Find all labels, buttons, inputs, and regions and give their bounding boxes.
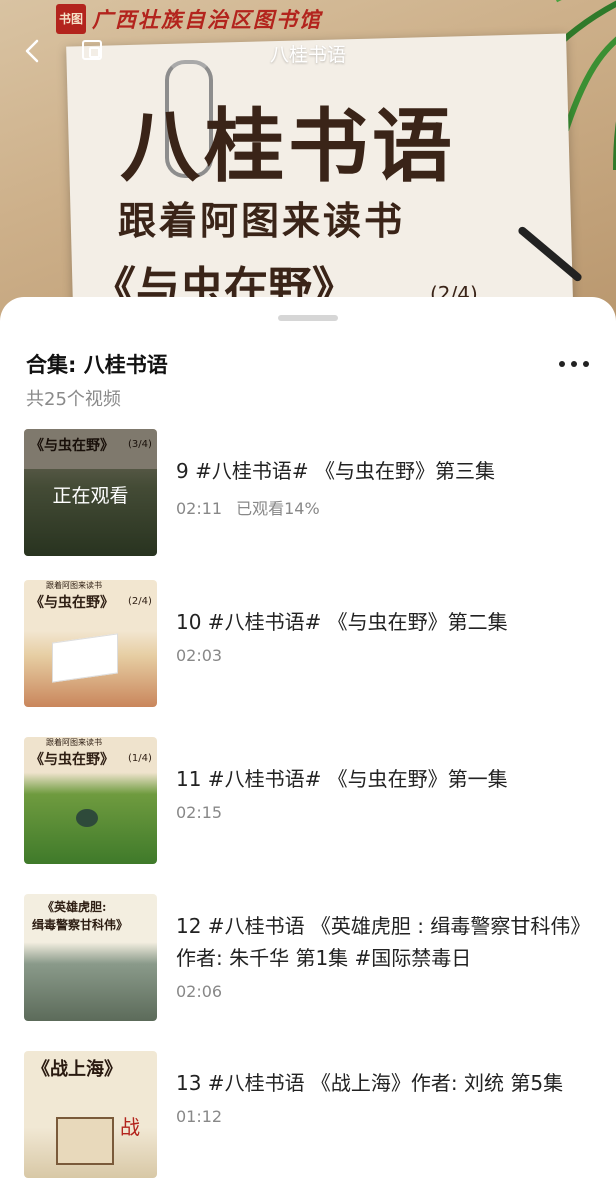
page-title: 八桂书语	[269, 44, 346, 66]
top-bar: 八桂书语	[0, 26, 616, 78]
thumb-title: 《战上海》	[32, 1059, 122, 1080]
thumb-title: 《与虫在野》	[30, 752, 114, 768]
video-list-item[interactable]: 《战上海》 战 13 #八桂书语 《战上海》作者: 刘统 第5集 01:12	[0, 1051, 616, 1181]
video-title: 10 #八桂书语# 《与虫在野》第二集	[176, 610, 508, 634]
thumb-top-text: 跟着阿图来读书	[46, 738, 102, 747]
video-thumbnail: 《战上海》 战	[24, 1051, 157, 1178]
collection-count: 共25个视频	[26, 389, 121, 410]
video-list-item[interactable]: 《英雄虎胆: 缉毒警察甘科伟》 12 #八桂书语 《英雄虎胆 : 缉毒警察甘科伟…	[0, 894, 616, 1024]
video-list-item[interactable]: 《与虫在野》 (3/4) 正在观看 9 #八桂书语# 《与虫在野》第三集 02:…	[0, 429, 616, 559]
thumb-title: 《英雄虎胆:	[42, 900, 107, 914]
video-thumbnail: 《与虫在野》 (3/4) 正在观看	[24, 429, 157, 556]
thumb-title-line2: 缉毒警察甘科伟》	[32, 918, 129, 932]
thumb-part: (1/4)	[128, 753, 152, 764]
calligraphy-decoration: 战	[120, 1115, 140, 1139]
video-list-item[interactable]: 跟着阿图来读书 《与虫在野》 (1/4) 11 #八桂书语# 《与虫在野》第一集…	[0, 737, 616, 867]
video-duration: 02:03	[176, 646, 223, 665]
more-options-icon[interactable]	[556, 351, 592, 375]
video-title: 11 #八桂书语# 《与虫在野》第一集	[176, 767, 508, 791]
video-duration: 01:12	[176, 1107, 223, 1126]
book-illustration	[52, 633, 118, 683]
video-thumbnail: 《英雄虎胆: 缉毒警察甘科伟》	[24, 894, 157, 1021]
fly-illustration	[76, 809, 98, 827]
video-title: 13 #八桂书语 《战上海》作者: 刘统 第5集	[176, 1071, 564, 1095]
video-duration: 02:06	[176, 982, 223, 1001]
collection-title: 合集: 八桂书语	[26, 353, 168, 377]
video-title: 9 #八桂书语# 《与虫在野》第三集	[176, 459, 495, 483]
video-thumbnail: 跟着阿图来读书 《与虫在野》 (2/4)	[24, 580, 157, 707]
photo-illustration	[56, 1117, 114, 1165]
video-list-item[interactable]: 跟着阿图来读书 《与虫在野》 (2/4) 10 #八桂书语# 《与虫在野》第二集…	[0, 580, 616, 710]
sheet-drag-handle[interactable]	[278, 315, 338, 321]
video-title: 12 #八桂书语 《英雄虎胆 : 缉毒警察甘科伟》作者: 朱千华 第1集 #国际…	[176, 914, 591, 970]
cover-subtitle: 跟着阿图来读书	[118, 198, 406, 243]
video-duration: 02:11	[176, 499, 223, 518]
now-watching-label: 正在观看	[52, 485, 129, 507]
thumb-part: (2/4)	[128, 596, 152, 607]
cover-title: 八桂书语	[120, 99, 456, 193]
video-cover[interactable]: 书图 广西壮族自治区图书馆 八桂书语 跟着阿图来读书 《与虫在野》 (2/4) …	[0, 0, 616, 330]
thumb-top-text: 跟着阿图来读书	[46, 581, 102, 590]
watch-progress: 已观看14%	[236, 499, 320, 518]
video-duration: 02:15	[176, 803, 223, 822]
collection-sheet: 合集: 八桂书语 共25个视频 《与虫在野》 (3/4) 正在观看 9 #八桂书…	[0, 297, 616, 1200]
video-thumbnail: 跟着阿图来读书 《与虫在野》 (1/4)	[24, 737, 157, 864]
thumb-title: 《与虫在野》	[30, 595, 114, 611]
